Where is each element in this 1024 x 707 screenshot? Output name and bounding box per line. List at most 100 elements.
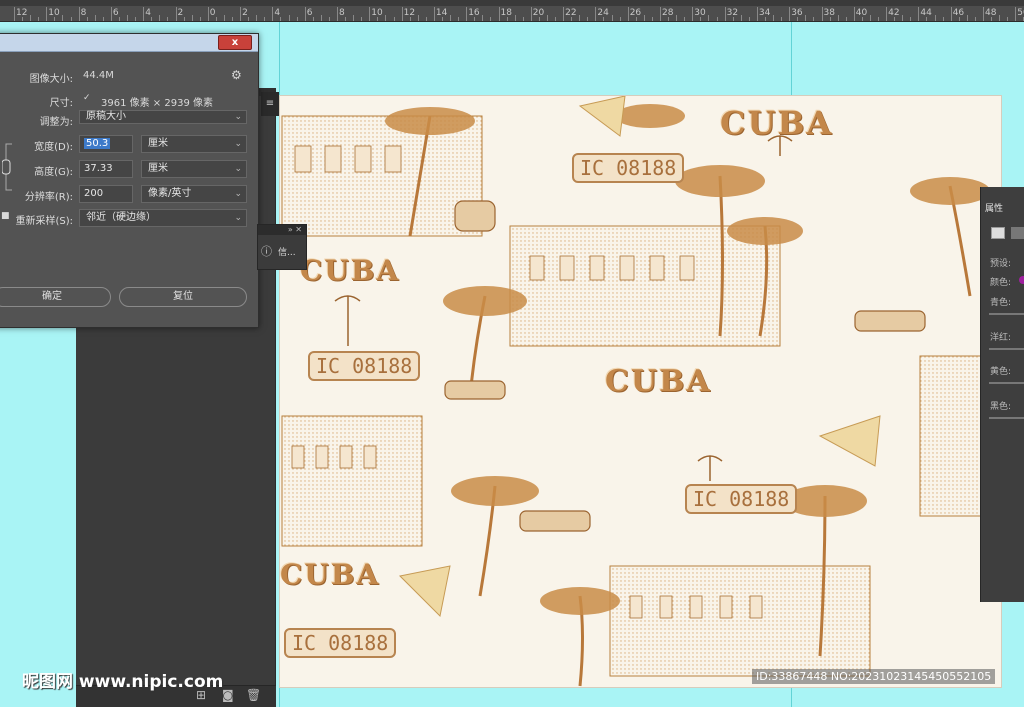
image-size-dialog: x 图像大小: 44.4M ⚙ 尺寸: ✓ 3961 像素 × 2939 像素 …	[0, 33, 259, 328]
tab-properties[interactable]: 属性	[985, 201, 1003, 214]
width-unit-value: 厘米	[148, 138, 168, 149]
ruler-minor-tick	[167, 17, 169, 21]
ruler-minor-tick	[70, 17, 72, 21]
height-unit-value: 厘米	[148, 163, 168, 174]
ruler-minor-tick	[94, 15, 96, 21]
fit-to-label: 调整为:	[39, 117, 73, 128]
resolution-unit-select[interactable]: 像素/英寸 ⌄	[141, 185, 247, 203]
resample-label: 重新采样(S):	[15, 216, 73, 227]
ruler-minor-tick	[708, 15, 710, 21]
layer-mask-icon[interactable]	[1011, 227, 1024, 239]
ruler-minor-tick	[942, 17, 944, 21]
cyan-slider[interactable]	[989, 313, 1024, 315]
chevron-down-icon[interactable]: ✓	[83, 93, 91, 103]
ruler-minor-tick	[587, 17, 589, 21]
ruler-tick	[14, 7, 15, 21]
dimensions-label: 尺寸:	[49, 98, 73, 109]
cuba-text: CUBA	[605, 364, 712, 399]
ruler-minor-tick	[700, 17, 702, 21]
image-size-label: 图像大小:	[29, 74, 73, 85]
ruler-minor-tick	[86, 17, 88, 21]
ok-button[interactable]: 确定	[0, 287, 111, 307]
ruler-minor-tick	[256, 15, 258, 21]
ruler-minor-tick	[797, 17, 799, 21]
info-icon: ⓘ	[261, 245, 272, 258]
close-button[interactable]: x	[218, 35, 252, 50]
ruler-tick	[886, 7, 888, 21]
ruler-minor-tick	[417, 15, 419, 21]
ruler-minor-tick	[926, 17, 928, 21]
cuba-pattern-artwork: CUBA CUBA CUBA CUBA IC 08188 IC 08188 IC…	[279, 95, 1002, 688]
ruler-tick	[46, 7, 48, 21]
black-slider[interactable]	[989, 417, 1024, 419]
ruler-tick	[498, 7, 500, 21]
constrain-proportions-icon[interactable]	[2, 142, 12, 192]
resolution-unit-value: 像素/英寸	[148, 188, 192, 199]
camera-icon[interactable]: ◙	[222, 688, 234, 702]
ruler-tick	[433, 7, 435, 21]
ruler-minor-tick	[522, 17, 524, 21]
ruler-tick	[724, 7, 726, 21]
ruler-minor-tick	[151, 17, 153, 21]
ruler-minor-tick	[280, 17, 282, 21]
ruler-tick	[110, 7, 112, 21]
ruler-tick	[304, 7, 306, 21]
width-label: 宽度(D):	[34, 142, 73, 153]
ruler-minor-tick	[813, 17, 815, 21]
ruler-tick	[789, 7, 791, 21]
ruler-minor-tick	[748, 17, 750, 21]
ruler-minor-tick	[425, 17, 427, 21]
ruler-tick	[983, 7, 984, 21]
ruler-tick-label: 8	[80, 8, 87, 18]
mask-icon[interactable]	[991, 227, 1005, 239]
black-label: 黑色:	[990, 402, 1012, 412]
ruler-tick	[821, 7, 823, 21]
ruler-minor-tick	[320, 15, 322, 21]
ruler-minor-tick	[264, 17, 266, 21]
ruler-minor-tick	[296, 17, 298, 21]
ruler-minor-tick	[118, 17, 120, 21]
color-swatch[interactable]	[1019, 276, 1024, 284]
width-input[interactable]: 50.3	[79, 135, 133, 153]
ruler-minor-tick	[490, 17, 492, 21]
ruler-minor-tick	[232, 17, 234, 21]
ruler-tick	[530, 7, 532, 21]
ruler-minor-tick	[514, 15, 516, 21]
ruler-minor-tick	[991, 17, 993, 21]
ruler-minor-tick	[773, 15, 775, 21]
ruler-minor-tick	[805, 15, 807, 21]
ruler-tick	[78, 7, 80, 21]
colors-label: 颜色:	[990, 278, 1012, 288]
collapse-icon[interactable]: » ✕	[258, 225, 306, 235]
ruler-minor-tick	[958, 17, 960, 21]
reset-button[interactable]: 复位	[119, 287, 247, 307]
dialog-titlebar[interactable]: x	[0, 34, 258, 52]
ruler-minor-tick	[619, 17, 621, 21]
ruler-minor-tick	[223, 15, 225, 21]
width-unit-select[interactable]: 厘米 ⌄	[141, 135, 247, 153]
ruler-tick	[337, 7, 338, 21]
trash-icon[interactable]: 🗑	[246, 688, 261, 702]
height-unit-select[interactable]: 厘米 ⌄	[141, 160, 247, 178]
resolution-input[interactable]: 200	[79, 185, 133, 203]
ruler-minor-tick	[248, 17, 250, 21]
ruler-tick-label: 2	[177, 8, 184, 18]
ruler-tick	[595, 7, 597, 21]
ruler-tick	[1015, 7, 1017, 21]
ruler-tick	[660, 7, 661, 21]
ruler-tick	[950, 7, 952, 21]
info-panel-collapsed[interactable]: » ✕ ⓘ 信...	[257, 224, 307, 270]
resample-select[interactable]: 邻近（硬边缘） ⌄	[79, 209, 247, 227]
gear-icon[interactable]: ⚙	[231, 68, 242, 82]
panel-menu-icon[interactable]: ≡	[261, 92, 279, 116]
ruler-minor-tick	[651, 17, 653, 21]
height-input[interactable]: 37.33	[79, 160, 133, 178]
chevron-down-icon: ⌄	[234, 112, 242, 122]
ruler-minor-tick	[183, 17, 185, 21]
ruler-minor-tick	[62, 15, 64, 21]
ruler-minor-tick	[312, 17, 314, 21]
yellow-slider[interactable]	[989, 382, 1024, 384]
horizontal-ruler[interactable]: 12 10 8 6 4 2 0 2 4 6 8 10 12 14 16 18 20 22 24 26 28 30 32 34 3…	[0, 6, 1024, 22]
fit-to-select[interactable]: 原稿大小 ⌄	[79, 110, 247, 124]
magenta-slider[interactable]	[989, 348, 1024, 350]
